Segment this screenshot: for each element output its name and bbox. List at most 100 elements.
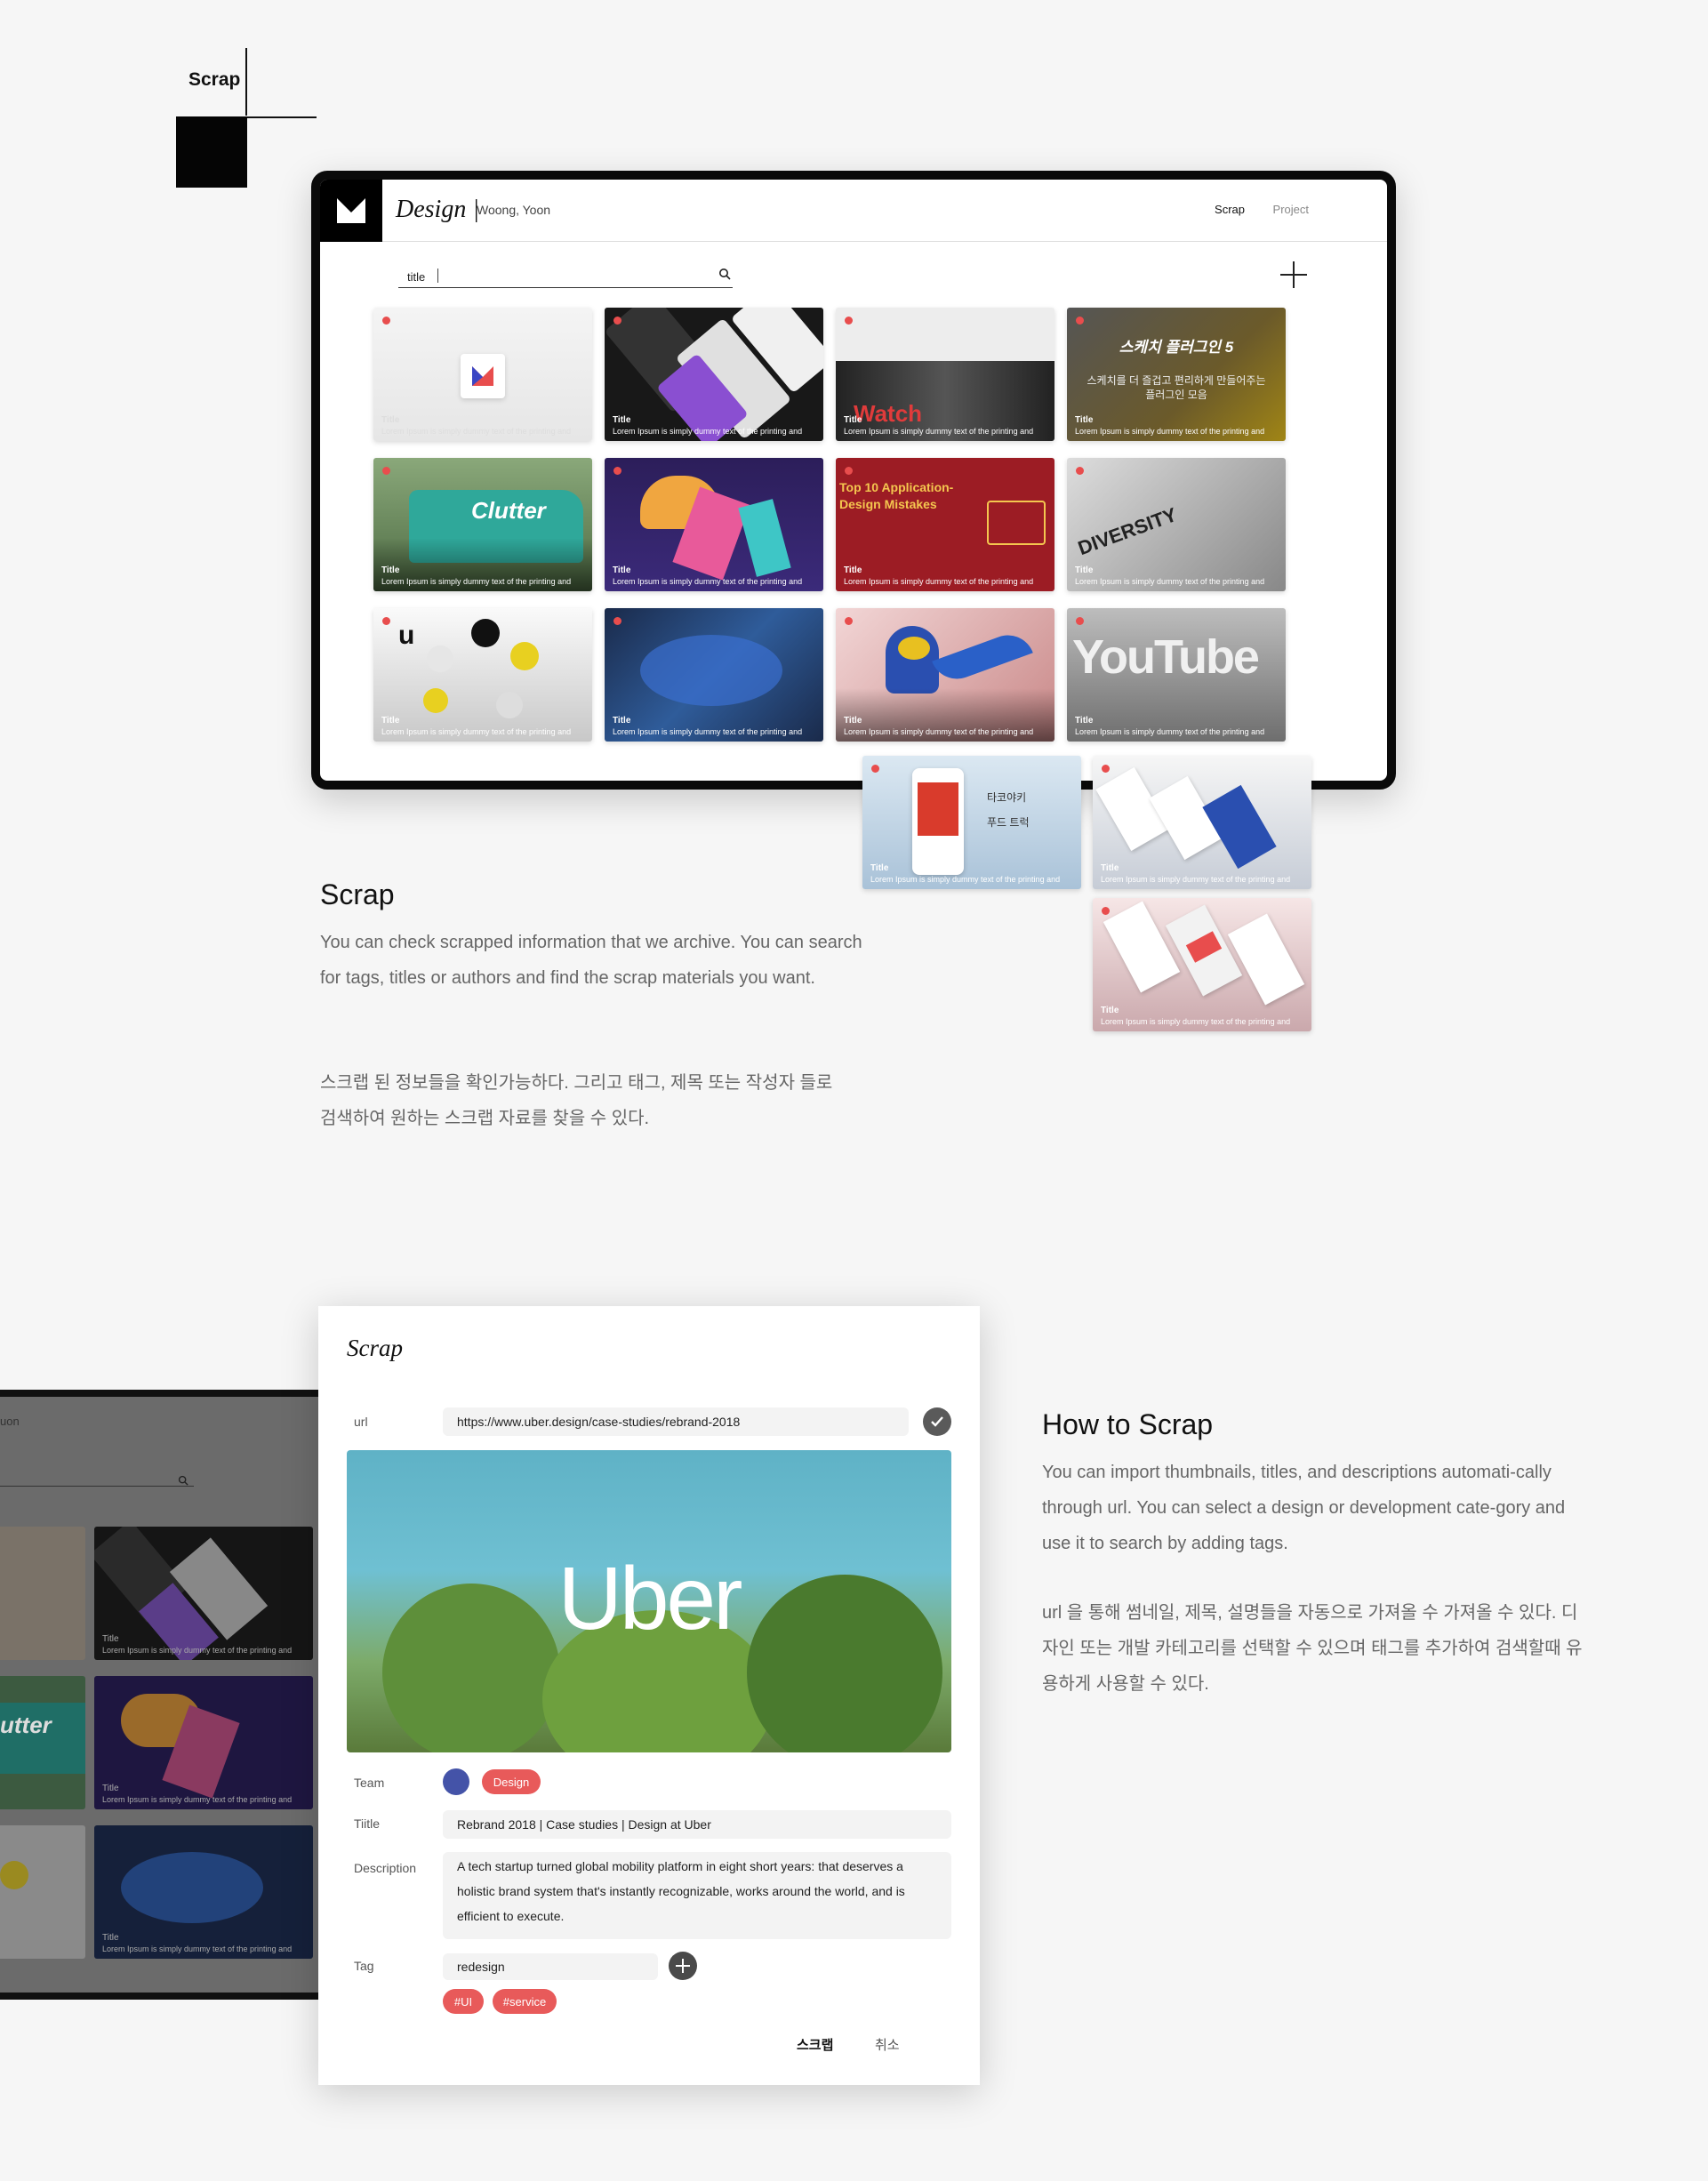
card-status-dot [1102,765,1110,773]
scrap-card[interactable]: Title Lorem Ipsum is simply dummy text o… [1093,756,1311,889]
card-title: Title [381,415,400,425]
howto-description-en: You can import thumbnails, titles, and d… [1042,1463,1566,1553]
card-thumbnail: u [373,608,592,742]
scrap-card[interactable]: 타코야키 푸드 트럭 Title Lorem Ipsum is simply d… [862,756,1081,889]
card-desc: Lorem Ipsum is simply dummy text of the … [1075,577,1265,586]
section-marker-square [176,116,247,188]
card-desc: Lorem Ipsum is simply dummy text of the … [844,727,1034,736]
card-thumbnail [605,458,823,591]
card-title: Title [870,863,889,873]
app-title: Design | [396,196,480,223]
card-thumbnail [1093,898,1311,1031]
search-input[interactable]: title [398,265,733,288]
description-label: Description [354,1861,417,1875]
card-title: Title [844,415,862,425]
tag-input[interactable]: redesign [443,1953,658,1980]
title-input[interactable]: Rebrand 2018 | Case studies | Design at … [443,1810,951,1839]
team-color-option[interactable] [443,1768,469,1795]
title-label: Tiitle [354,1816,381,1831]
add-scrap-button[interactable] [1280,261,1307,288]
app-author: Woong, Yoon [477,203,551,217]
app-logo[interactable] [320,180,382,242]
author-fragment: uon [0,1415,20,1428]
card-title: Title [613,415,631,425]
section-divider-horizontal [245,116,317,118]
scrap-card[interactable]: 스케치 플러그인 5 스케치를 더 즐겁고 편리하게 만들어주는 플러그인 모음… [1067,308,1286,441]
url-input[interactable]: https://www.uber.design/case-studies/reb… [443,1407,909,1436]
scrap-card[interactable]: u Title Lorem Ipsum is simply dummy text… [373,608,592,742]
submit-scrap-button[interactable]: 스크랩 [797,2035,833,2054]
url-label: url [354,1415,368,1429]
m-logo-icon [337,198,365,223]
scrap-card[interactable]: Clutter Title Lorem Ipsum is simply dumm… [373,458,592,591]
card-title: Title [844,716,862,726]
search-icon[interactable] [718,268,731,280]
card-desc: Lorem Ipsum is simply dummy text of the … [1075,427,1265,436]
section-divider-vertical [245,48,247,116]
card-desc: Lorem Ipsum is simply dummy text of the … [613,727,803,736]
m-logo-icon [472,366,493,386]
check-icon [931,1416,943,1427]
card-desc: Lorem Ipsum is simply dummy text of the … [381,727,572,736]
scrap-card[interactable]: DIVERSITY Title Lorem Ipsum is simply du… [1067,458,1286,591]
tag-chip[interactable]: #UI [443,1989,484,2014]
card-status-dot [845,617,853,625]
scrap-card[interactable]: Title Lorem Ipsum is simply dummy text o… [605,608,823,742]
search-value: title [407,270,426,284]
card-status-dot [1076,317,1084,325]
card-desc: Lorem Ipsum is simply dummy text of the … [613,427,803,436]
preview-brand-text: Uber [557,1549,743,1648]
card-status-dot [613,467,621,475]
card-desc: Lorem Ipsum is simply dummy text of the … [844,427,1034,436]
card-title: Title [1075,565,1094,575]
card-status-dot [613,617,621,625]
app-header: Design | Woong, Yoon Scrap Project [320,180,1387,242]
card-status-dot [1076,617,1084,625]
team-tag-design[interactable]: Design [482,1769,541,1794]
card-thumbnail: Watch [836,308,1054,441]
team-label: Team [354,1776,385,1790]
add-tag-button[interactable] [669,1952,697,1980]
card-status-dot [845,467,853,475]
card-title: Title [844,565,862,575]
tag-label: Tag [354,1959,374,1973]
card-thumbnail: 타코야키 푸드 트럭 [862,756,1081,889]
card-status-dot [871,765,879,773]
card-title: Title [381,565,400,575]
scrap-card[interactable]: Title Lorem Ipsum is simply dummy text o… [1093,898,1311,1031]
text-caret [437,269,438,283]
card-thumbnail [605,308,823,441]
tag-chip[interactable]: #service [493,1989,557,2014]
scrap-card[interactable]: Title Lorem Ipsum is simply dummy text o… [373,308,592,441]
app-device-frame: Design | Woong, Yoon Scrap Project title… [311,171,1396,790]
scrap-card[interactable]: Title Lorem Ipsum is simply dummy text o… [605,458,823,591]
card-desc: Lorem Ipsum is simply dummy text of the … [613,577,803,586]
description-input[interactable]: A tech startup turned global mobility pl… [443,1852,951,1939]
card-thumbnail: Top 10 Application-Design Mistakes [836,458,1054,591]
url-confirm-button[interactable] [923,1407,951,1436]
card-title: Title [381,716,400,726]
scrap-description-ko: 스크랩 된 정보들을 확인가능하다. 그리고 태그, 제목 또는 작성자 들로 … [320,1073,833,1128]
background-device: uon Title Lorem Ipsum is simply dummy te… [0,1390,320,2000]
scrap-heading: Scrap [320,878,395,910]
bg-card [0,1527,85,1660]
nav-scrap[interactable]: Scrap [1215,203,1245,216]
scrap-card[interactable]: Title Lorem Ipsum is simply dummy text o… [605,308,823,441]
card-thumbnail: YouTube [1072,630,1260,684]
nav-project[interactable]: Project [1273,203,1309,216]
cancel-button[interactable]: 취소 [875,2035,900,2054]
card-title: Title [1075,415,1094,425]
card-status-dot [1076,467,1084,475]
card-desc: Lorem Ipsum is simply dummy text of the … [1101,875,1291,884]
scrap-card[interactable]: Title Lorem Ipsum is simply dummy text o… [836,608,1054,742]
card-status-dot [613,317,621,325]
scrap-card[interactable]: YouTube Title Lorem Ipsum is simply dumm… [1067,608,1286,742]
card-status-dot [382,617,390,625]
scrap-card[interactable]: Top 10 Application-Design Mistakes Title… [836,458,1054,591]
card-thumbnail [605,608,823,742]
card-title: Title [1101,863,1119,873]
card-title: Title [1075,716,1094,726]
card-desc: Lorem Ipsum is simply dummy text of the … [381,577,572,586]
scrap-card[interactable]: Watch Title Lorem Ipsum is simply dummy … [836,308,1054,441]
card-title: Title [613,716,631,726]
